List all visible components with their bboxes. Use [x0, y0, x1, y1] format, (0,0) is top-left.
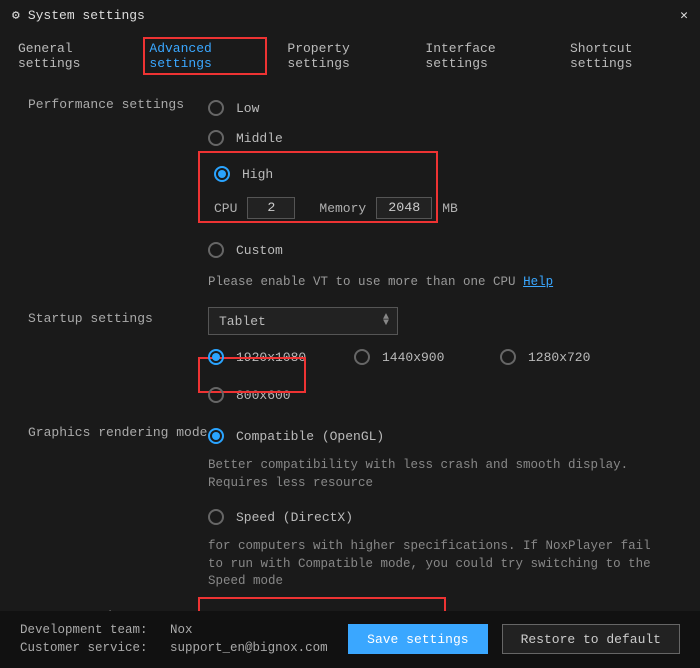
radio-custom-label: Custom: [236, 243, 283, 258]
help-link[interactable]: Help: [523, 275, 553, 289]
radio-1440-label: 1440x900: [382, 350, 444, 365]
dev-team-label: Development team:: [20, 623, 148, 637]
cs-value[interactable]: support_en@bignox.com: [170, 641, 328, 655]
radio-1920-label: 1920x1080: [236, 350, 306, 365]
dev-team-value: Nox: [170, 623, 193, 637]
device-dropdown-value: Tablet: [219, 314, 266, 329]
memory-unit: MB: [442, 201, 458, 216]
restore-button[interactable]: Restore to default: [502, 624, 680, 654]
content: Performance settings Low Middle High CPU: [0, 85, 700, 625]
speed-desc: for computers with higher specifications…: [208, 538, 658, 591]
compatible-desc: Better compatibility with less crash and…: [208, 457, 658, 492]
memory-label: Memory: [319, 201, 366, 216]
graphics-label: Graphics rendering mode: [28, 421, 208, 440]
radio-compatible-label: Compatible (OpenGL): [236, 429, 384, 444]
gear-icon: ⚙: [12, 8, 20, 23]
vt-text: Please enable VT to use more than one CP…: [208, 275, 672, 289]
tab-advanced[interactable]: Advanced settings: [143, 37, 267, 75]
radio-1440[interactable]: [354, 349, 370, 365]
radio-low-label: Low: [236, 101, 259, 116]
radio-high-label: High: [242, 167, 273, 182]
radio-compatible[interactable]: [208, 428, 224, 444]
close-icon[interactable]: ✕: [680, 8, 688, 23]
titlebar: ⚙ System settings ✕: [0, 0, 700, 31]
save-button[interactable]: Save settings: [348, 624, 487, 654]
cpu-label: CPU: [214, 201, 237, 216]
cpu-input[interactable]: [247, 197, 295, 219]
radio-800-label: 800x600: [236, 388, 291, 403]
device-dropdown[interactable]: Tablet ▲▼: [208, 307, 398, 335]
memory-input[interactable]: [376, 197, 432, 219]
footer: Development team: Nox Customer service: …: [0, 611, 700, 668]
tab-shortcut[interactable]: Shortcut settings: [564, 37, 688, 75]
radio-1280[interactable]: [500, 349, 516, 365]
radio-middle-label: Middle: [236, 131, 283, 146]
radio-800[interactable]: [208, 387, 224, 403]
radio-1920[interactable]: [208, 349, 224, 365]
radio-speed[interactable]: [208, 509, 224, 525]
radio-speed-label: Speed (DirectX): [236, 510, 353, 525]
radio-1280-label: 1280x720: [528, 350, 590, 365]
startup-label: Startup settings: [28, 307, 208, 326]
tab-interface[interactable]: Interface settings: [419, 37, 550, 75]
tab-general[interactable]: General settings: [12, 37, 129, 75]
radio-low[interactable]: [208, 100, 224, 116]
tabs: General settings Advanced settings Prope…: [0, 31, 700, 85]
radio-high[interactable]: [214, 166, 230, 182]
tab-property[interactable]: Property settings: [281, 37, 405, 75]
window-title: System settings: [28, 8, 145, 23]
performance-label: Performance settings: [28, 93, 208, 112]
radio-middle[interactable]: [208, 130, 224, 146]
cs-label: Customer service:: [20, 641, 148, 655]
chevrons-icon: ▲▼: [383, 315, 389, 327]
radio-custom[interactable]: [208, 242, 224, 258]
